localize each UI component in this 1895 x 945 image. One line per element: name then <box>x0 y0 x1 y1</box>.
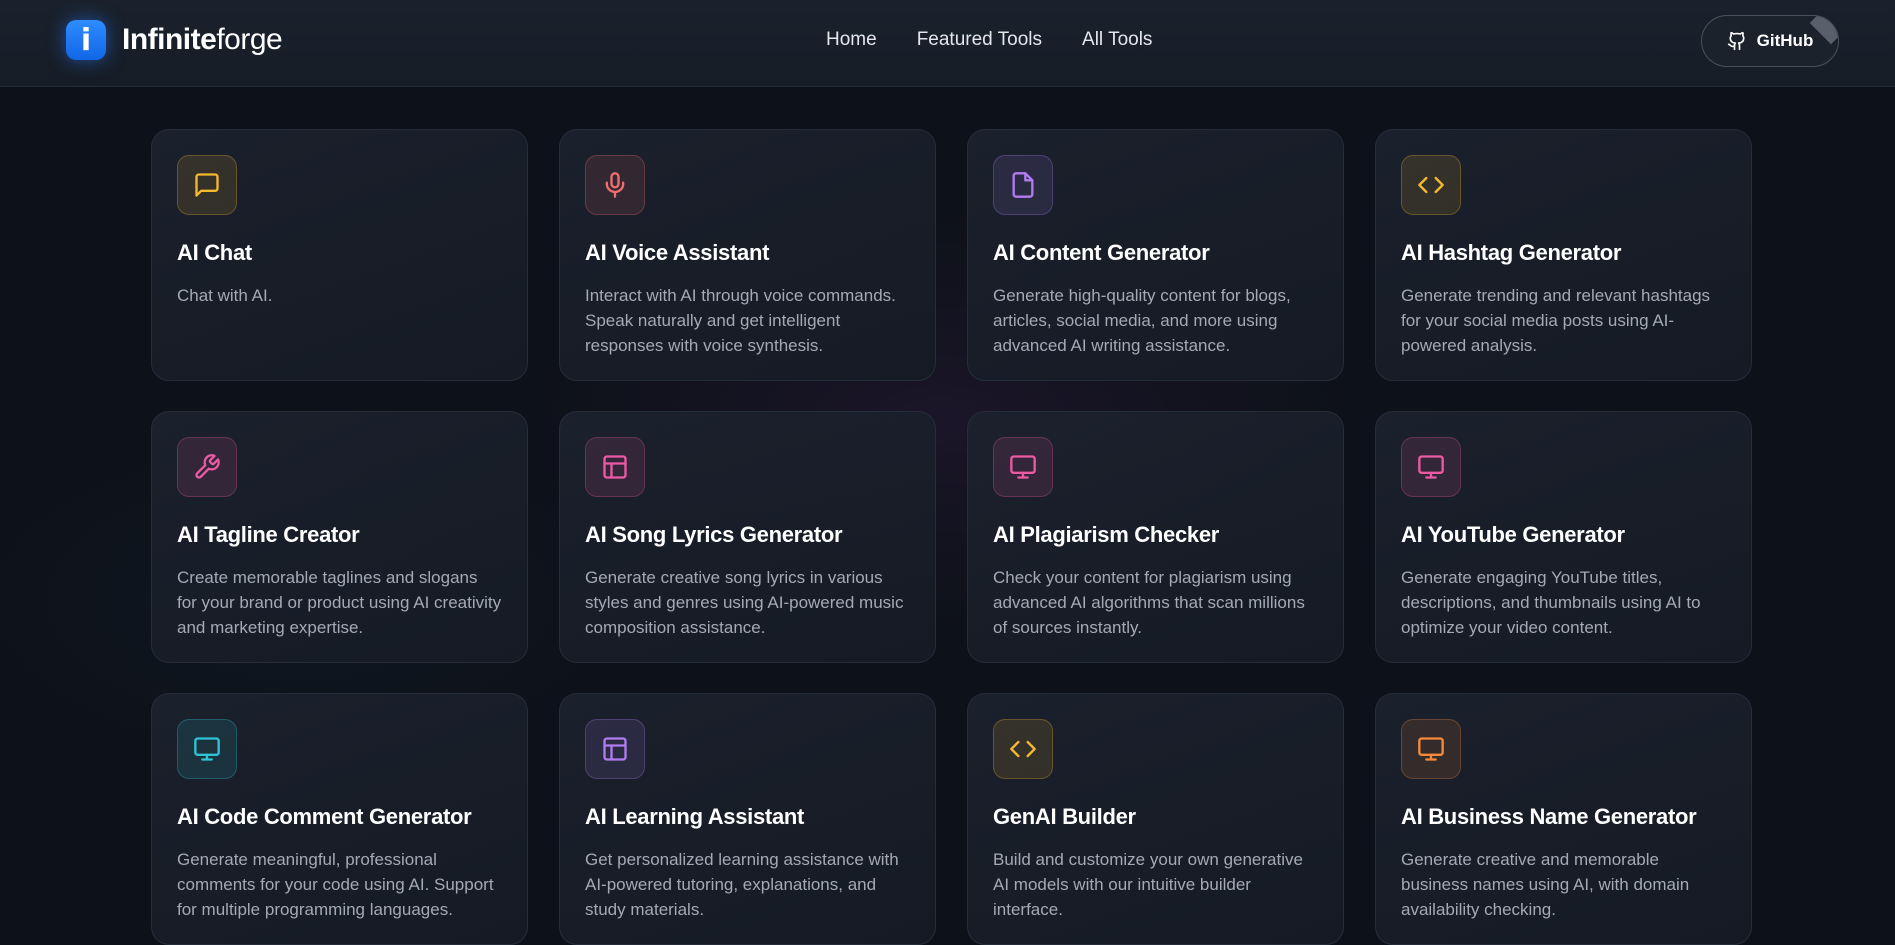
tool-icon-box <box>177 155 237 215</box>
github-icon <box>1727 31 1745 51</box>
monitor-icon <box>194 737 220 761</box>
nav-home[interactable]: Home <box>826 29 877 51</box>
tool-title: AI Learning Assistant <box>585 804 805 829</box>
layout-icon <box>603 455 627 479</box>
tool-description: Build and customize your own generative … <box>993 850 1303 919</box>
tool-description: Create memorable taglines and slogans fo… <box>177 568 502 637</box>
monitor-icon <box>1418 737 1444 761</box>
microphone-icon <box>605 172 625 198</box>
tool-card-ai-plagiarism-checker[interactable]: AI Plagiarism Checker Check your content … <box>967 411 1344 663</box>
tool-description: Generate trending and relevant hashtags … <box>1401 286 1711 355</box>
tool-description: Generate high-quality content for blogs,… <box>993 286 1291 355</box>
top-navbar: i Infiniteforge Home Featured Tools All … <box>0 0 1895 87</box>
brand-logo[interactable]: i Infiniteforge <box>66 20 283 60</box>
tool-card-ai-learning-assistant[interactable]: AI Learning Assistant Get personalized le… <box>559 693 936 945</box>
tool-icon-box <box>585 155 645 215</box>
tool-icon-box <box>177 719 237 779</box>
tool-icon-box <box>1401 719 1461 779</box>
tool-icon-box <box>1401 155 1461 215</box>
logo-badge-icon: i <box>66 20 106 60</box>
main-nav: Home Featured Tools All Tools <box>826 29 1152 51</box>
tool-title: AI Chat <box>177 240 252 265</box>
tool-card-ai-hashtag-generator[interactable]: AI Hashtag Generator Generate trending an… <box>1375 129 1752 381</box>
tool-icon-box <box>993 155 1053 215</box>
tool-card-ai-youtube-generator[interactable]: AI YouTube Generator Generate engaging Yo… <box>1375 411 1752 663</box>
tools-grid: AI Chat Chat with AI. AI Voice Assistant In… <box>151 129 1752 945</box>
tool-title: AI Voice Assistant <box>585 240 770 265</box>
tool-icon-box <box>585 437 645 497</box>
code-icon <box>1010 740 1036 758</box>
brand-name-light: forge <box>216 23 283 56</box>
tool-description: Generate creative and memorable business… <box>1401 850 1690 919</box>
tool-title: AI Song Lyrics Generator <box>585 522 843 547</box>
tool-icon-box <box>177 437 237 497</box>
tool-title: AI Tagline Creator <box>177 522 360 547</box>
tool-title: AI Hashtag Generator <box>1401 240 1622 265</box>
tool-card-ai-voice-assistant[interactable]: AI Voice Assistant Interact with AI throu… <box>559 129 936 381</box>
tool-card-ai-content-generator[interactable]: AI Content Generator Generate high-qualit… <box>967 129 1344 381</box>
tool-card-genai-builder[interactable]: GenAI Builder Build and customize your ow… <box>967 693 1344 945</box>
tool-description: Generate meaningful, professional commen… <box>177 850 494 919</box>
tool-title: AI Code Comment Generator <box>177 804 472 829</box>
tool-title: AI Plagiarism Checker <box>993 522 1220 547</box>
tool-card-ai-code-comment-generator[interactable]: AI Code Comment Generator Generate meanin… <box>151 693 528 945</box>
tool-title: AI Business Name Generator <box>1401 804 1697 829</box>
tool-title: GenAI Builder <box>993 804 1136 829</box>
tool-title: AI YouTube Generator <box>1401 522 1625 547</box>
tool-icon-box <box>1401 437 1461 497</box>
code-icon <box>1418 176 1444 194</box>
tool-icon-box <box>585 719 645 779</box>
tool-description: Check your content for plagiarism using … <box>993 568 1305 637</box>
github-button[interactable]: GitHub <box>1701 15 1839 67</box>
tool-icon-box <box>993 719 1053 779</box>
layout-icon <box>603 737 627 761</box>
file-icon <box>1012 172 1034 198</box>
github-label: GitHub <box>1756 31 1814 50</box>
monitor-icon <box>1418 455 1444 479</box>
tool-card-ai-business-name-generator[interactable]: AI Business Name Generator Generate creat… <box>1375 693 1752 945</box>
brand-name: Infiniteforge <box>122 23 283 57</box>
nav-featured-tools[interactable]: Featured Tools <box>917 29 1042 51</box>
tool-title: AI Content Generator <box>993 240 1210 265</box>
wrench-icon <box>195 454 220 479</box>
tool-card-ai-chat[interactable]: AI Chat Chat with AI. <box>151 129 528 381</box>
tool-description: Generate engaging YouTube titles, descri… <box>1401 568 1701 637</box>
tool-icon-box <box>993 437 1053 497</box>
tool-description: Interact with AI through voice commands.… <box>585 286 896 355</box>
brand-name-bold: Infinite <box>122 23 217 56</box>
tool-card-ai-song-lyrics-generator[interactable]: AI Song Lyrics Generator Generate creativ… <box>559 411 936 663</box>
monitor-icon <box>1010 455 1036 479</box>
nav-all-tools[interactable]: All Tools <box>1082 29 1152 51</box>
chat-icon <box>195 173 219 197</box>
tool-description: Chat with AI. <box>177 286 273 305</box>
tool-description: Get personalized learning assistance wit… <box>585 850 899 919</box>
tool-description: Generate creative song lyrics in various… <box>585 568 904 637</box>
tool-card-ai-tagline-creator[interactable]: AI Tagline Creator Create memorable tagli… <box>151 411 528 663</box>
